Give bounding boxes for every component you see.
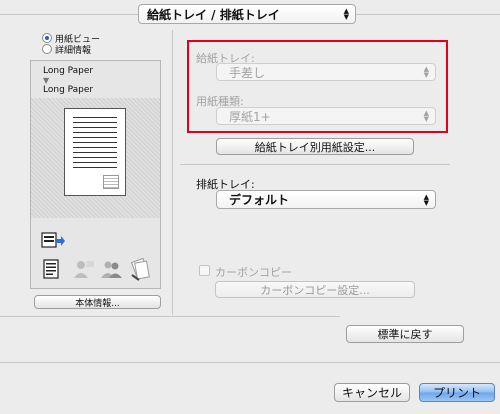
paper-tray-value: 手差し	[229, 65, 266, 80]
top-separator-left	[0, 14, 138, 15]
carbon-copy-label: カーボンコピー	[215, 266, 292, 279]
restore-defaults-button[interactable]: 標準に戻す	[346, 325, 464, 343]
updown-arrows-icon: ▲ ▼	[423, 109, 429, 123]
device-info-button-label: 本体情報...	[75, 298, 120, 309]
staple-pages-icon	[129, 257, 153, 285]
section-popup-label: 給紙トレイ / 排紙トレイ	[147, 7, 280, 22]
output-tray-select[interactable]: デフォルト ▲ ▼	[216, 190, 436, 209]
updown-arrows-icon: ▲ ▼	[343, 7, 349, 21]
image-thumbnail-graphic	[103, 175, 119, 189]
radio-paper-view[interactable]	[42, 33, 52, 43]
cancel-button-label: キャンセル	[341, 386, 402, 400]
section-separator	[180, 164, 450, 165]
text-lines-graphic	[73, 117, 117, 172]
carbon-copy-checkbox	[199, 265, 210, 276]
user-icon	[73, 259, 95, 283]
document-icon	[43, 259, 59, 283]
carbon-copy-settings-button: カーボンコピー設定...	[215, 281, 415, 298]
paper-preview	[31, 98, 160, 218]
group-users-icon	[101, 259, 123, 283]
paper-size-top: Long Paper	[43, 66, 94, 76]
footer-separator	[0, 362, 500, 363]
down-triangle-icon: ▼	[43, 76, 50, 85]
bottom-divider-upper	[0, 316, 340, 317]
top-separator-right	[356, 14, 500, 15]
tray-paper-settings-button-label: 給紙トレイ別用紙設定...	[254, 140, 376, 154]
output-tray-value: デフォルト	[229, 193, 290, 207]
updown-arrows-icon: ▲ ▼	[423, 65, 429, 79]
tray-paper-settings-button[interactable]: 給紙トレイ別用紙設定...	[216, 138, 414, 155]
updown-arrows-icon: ▲ ▼	[423, 192, 429, 207]
printer-output-icon	[41, 231, 65, 251]
radio-detail-info-label: 詳細情報	[55, 46, 92, 56]
radio-detail-info[interactable]	[42, 44, 52, 54]
paper-size-bottom: Long Paper	[43, 85, 94, 95]
restore-defaults-button-label: 標準に戻す	[377, 328, 433, 341]
carbon-copy-settings-button-label: カーボンコピー設定...	[260, 283, 370, 297]
print-button[interactable]: プリント	[419, 383, 495, 402]
paper-type-value: 厚紙1+	[229, 109, 271, 124]
cancel-button[interactable]: キャンセル	[334, 383, 410, 402]
section-popup[interactable]: 給紙トレイ / 排紙トレイ ▲ ▼	[138, 4, 356, 24]
paper-tray-select: 手差し ▲ ▼	[216, 63, 436, 81]
preview-panel: Long Paper ▼ Long Paper	[30, 60, 161, 289]
paper-type-select: 厚紙1+ ▲ ▼	[216, 107, 436, 125]
print-button-label: プリント	[432, 386, 481, 400]
page-preview	[64, 108, 126, 196]
device-info-button[interactable]: 本体情報...	[34, 295, 161, 309]
vertical-divider	[172, 30, 173, 315]
